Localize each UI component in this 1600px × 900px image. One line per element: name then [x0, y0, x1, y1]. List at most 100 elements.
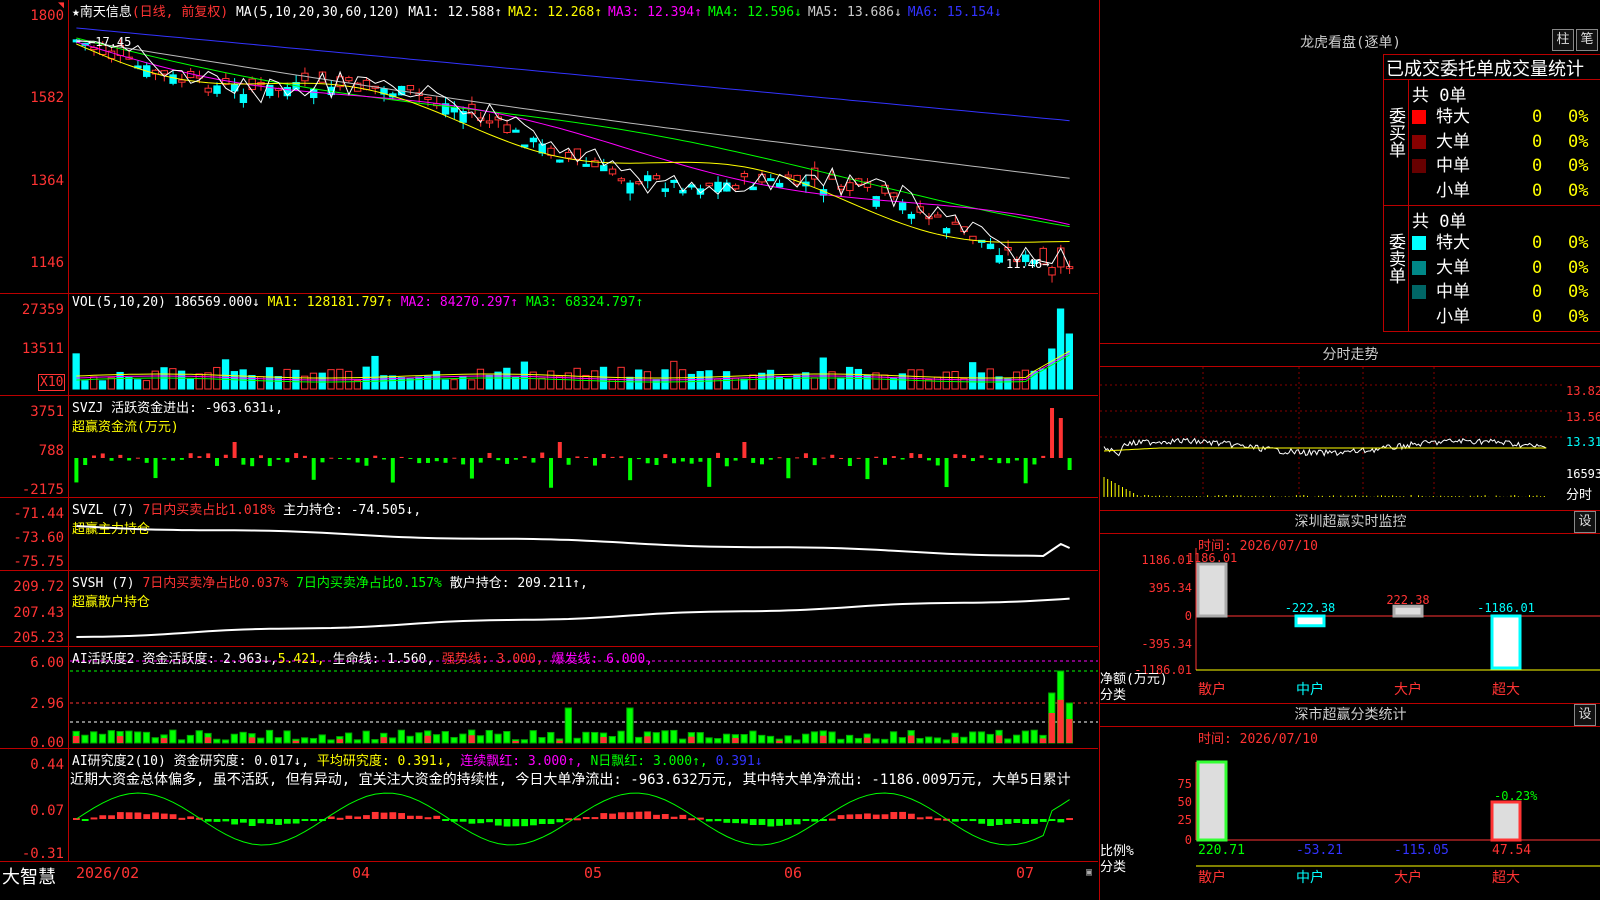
volume-bar	[274, 376, 282, 390]
monitor-value-label: -1186.01	[1477, 601, 1535, 615]
svzj-chart[interactable]	[0, 396, 1098, 497]
flow-bar	[118, 454, 123, 458]
candle-body	[178, 79, 186, 83]
lock-icon[interactable]: ▣	[1086, 867, 1092, 878]
active-bar	[942, 739, 950, 744]
holding-line	[76, 525, 1071, 558]
order-row: 小单 0 0%	[1412, 179, 1598, 203]
category-swatch	[1412, 260, 1426, 275]
flow-bar	[549, 458, 554, 488]
research-bar	[125, 812, 133, 819]
ai-research-chart[interactable]	[0, 749, 1098, 861]
active-bar	[854, 737, 863, 744]
svzj-panel[interactable]: 3751 788 -2175 SVZJ 活跃资金进出: -963.631↓, 超…	[0, 396, 1098, 498]
order-row: 小单 0 0%	[1412, 305, 1598, 329]
flow-bar	[267, 458, 272, 467]
stats-value-label: -53.21	[1296, 843, 1343, 858]
tick-view-button[interactable]: 笔	[1576, 29, 1598, 51]
volume-bar	[318, 372, 326, 390]
research-bar	[90, 817, 98, 820]
svsh-chart[interactable]	[0, 571, 1098, 646]
active-bar-red	[1066, 719, 1073, 743]
flow-bar	[953, 454, 958, 458]
active-bar	[564, 707, 572, 744]
category-label: 大单	[1436, 131, 1470, 152]
active-bar	[986, 733, 994, 744]
research-bar	[1057, 819, 1065, 823]
volume-bar	[837, 377, 845, 390]
stats-settings-button[interactable]: 设	[1574, 704, 1596, 726]
category-swatch	[1412, 309, 1426, 324]
active-bar	[494, 733, 502, 744]
candle-body	[345, 77, 353, 82]
volume-bar	[793, 374, 801, 390]
research-bar	[951, 819, 959, 822]
ai-active-chart[interactable]	[0, 647, 1098, 748]
candle-body	[600, 165, 608, 172]
volume-panel[interactable]: 27359 13511 X10 VOL(5,10,20) 186569.000↓…	[0, 294, 1098, 396]
research-bar	[635, 811, 643, 819]
volume-bar	[995, 376, 1003, 390]
research-bar	[846, 814, 854, 819]
flow-bar	[215, 458, 220, 466]
flow-bar	[135, 457, 140, 459]
pct-value: 0%	[1568, 156, 1589, 176]
kline-panel[interactable]: 1800 1582 1364 1146 ◥ ★南天信息(日线, 前复权) MA(…	[0, 0, 1098, 294]
count-value: 0	[1532, 180, 1543, 201]
active-bar	[90, 731, 98, 744]
stats-y-label: 0	[1185, 833, 1192, 847]
volume-bar	[415, 376, 423, 390]
flow-bar	[408, 458, 413, 459]
svzl-chart[interactable]	[0, 498, 1098, 570]
bar-view-button[interactable]: 柱	[1552, 29, 1574, 51]
flow-bar	[830, 454, 835, 458]
dragon-title: 龙虎看盘(逐单)	[1300, 35, 1401, 51]
category-label: 中单	[1436, 156, 1470, 176]
research-bar	[530, 819, 537, 826]
research-bar	[248, 819, 256, 826]
kline-chart[interactable]	[0, 0, 1098, 293]
candle-body	[942, 228, 951, 234]
active-bar	[301, 737, 309, 744]
intraday-title: 分时走势	[1322, 347, 1379, 363]
flow-bar	[127, 458, 132, 461]
candle-body	[529, 137, 538, 143]
active-bar	[125, 730, 133, 744]
flow-bar	[926, 458, 931, 461]
research-bar	[433, 815, 441, 819]
volume-bar	[371, 355, 379, 390]
active-bar	[802, 733, 810, 744]
research-bar	[407, 815, 414, 819]
active-bar-red	[73, 736, 80, 743]
stats-y-label: 25	[1178, 813, 1192, 827]
intraday-chart[interactable]: 13.82 13.56 13.31 16593 分时	[1100, 367, 1600, 509]
candle-body	[705, 182, 713, 187]
volume-bar	[511, 377, 520, 390]
volume-bar	[248, 375, 256, 390]
volume-bar	[450, 379, 458, 390]
svsh-panel[interactable]: 209.72 207.43 205.23 SVSH (7) 7日内买卖净占比0.…	[0, 571, 1098, 647]
flow-bar	[417, 458, 422, 464]
research-bar	[486, 819, 493, 823]
research-bar	[670, 816, 678, 819]
flow-bar	[522, 456, 527, 458]
svzl-panel[interactable]: -71.44 -73.60 -75.75 SVZL (7) 7日内买卖占比1.0…	[0, 498, 1098, 571]
flow-bar	[751, 458, 756, 463]
research-bar	[872, 814, 880, 819]
candle-body	[775, 182, 784, 188]
research-bar	[240, 819, 247, 823]
candle-body	[644, 175, 652, 182]
ai-active-panel[interactable]: 6.00 2.96 0.00 AI活跃度2 资金活跃度: 2.963↓,5.42…	[0, 647, 1098, 751]
monitor-settings-button[interactable]: 设	[1574, 511, 1596, 533]
research-bar	[864, 813, 871, 819]
active-bar	[134, 731, 142, 744]
candle-body	[986, 243, 995, 250]
flow-bar	[329, 457, 334, 459]
volume-chart[interactable]	[0, 294, 1098, 395]
flow-bar	[171, 458, 176, 461]
flow-bar	[250, 458, 255, 467]
flow-bar	[891, 456, 896, 458]
flow-bar	[443, 458, 448, 463]
volume-bar	[986, 368, 994, 390]
ai-research-panel[interactable]: 0.44 0.07 -0.31 AI研究度2(10) 资金研究度: 0.017↓…	[0, 749, 1098, 862]
